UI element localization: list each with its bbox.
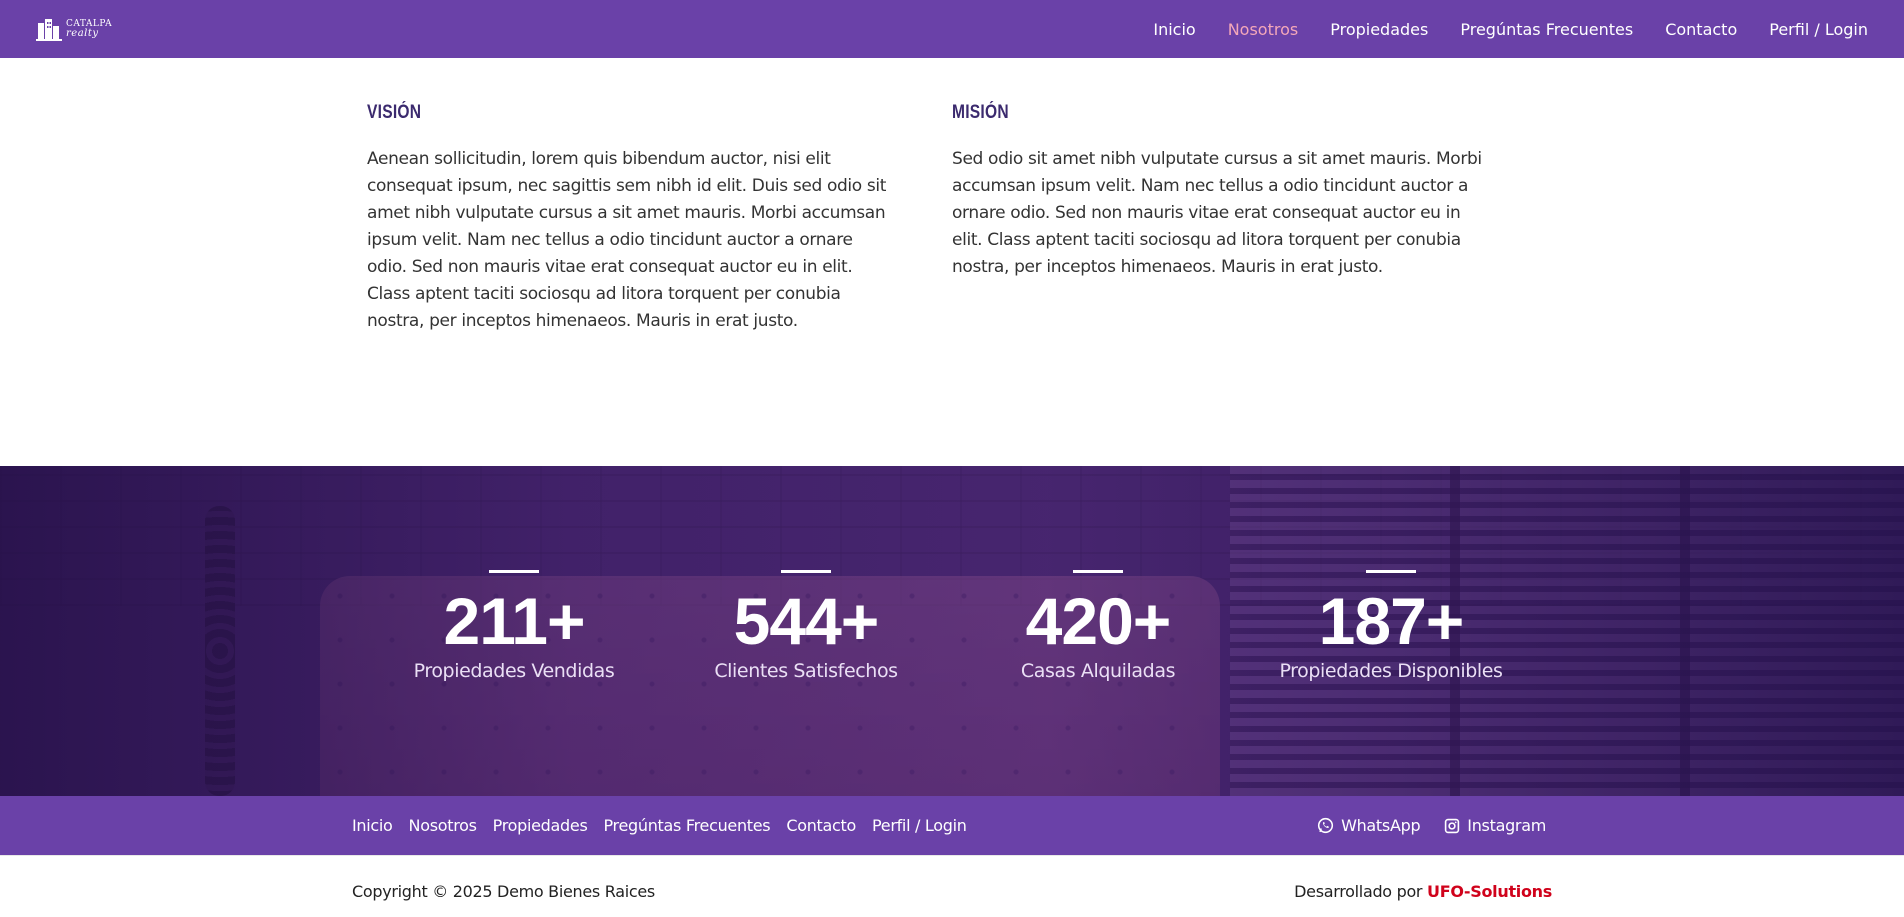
stat-value: 420+ bbox=[1025, 584, 1172, 658]
nav-link-contacto[interactable]: Contacto bbox=[1665, 20, 1737, 39]
mission-text: Sed odio sit amet nibh vulputate cursus … bbox=[952, 149, 1482, 277]
stats-overlay bbox=[0, 466, 1904, 796]
stat-label: Propiedades Vendidas bbox=[413, 660, 615, 682]
instagram-label: Instagram bbox=[1467, 816, 1546, 835]
developer-link[interactable]: UFO-Solutions bbox=[1427, 882, 1552, 901]
top-navbar: CATALPA realty Inicio Nosotros Propiedad… bbox=[0, 0, 1904, 58]
stat-label: Propiedades Disponibles bbox=[1279, 660, 1503, 682]
stat-value: 211+ bbox=[443, 584, 585, 658]
stat-label: Clientes Satisfechos bbox=[714, 660, 898, 682]
stat-divider bbox=[489, 570, 539, 573]
nav-link-propiedades[interactable]: Propiedades bbox=[1330, 20, 1428, 39]
whatsapp-link[interactable]: WhatsApp bbox=[1317, 816, 1421, 835]
nav-link-nosotros[interactable]: Nosotros bbox=[1228, 20, 1299, 39]
main-nav: Inicio Nosotros Propiedades Pregúntas Fr… bbox=[1153, 20, 1868, 39]
building-logo-icon bbox=[36, 19, 62, 41]
vision-text: Aenean sollicitudin, lorem quis bibendum… bbox=[367, 149, 887, 331]
nav-link-preguntas-frecuentes[interactable]: Pregúntas Frecuentes bbox=[1460, 20, 1633, 39]
stat-divider bbox=[781, 570, 831, 573]
footer-link-inicio[interactable]: Inicio bbox=[352, 816, 393, 835]
mission-title: MISIÓN bbox=[952, 102, 1009, 123]
copyright-bar: Copyright © 2025 Demo Bienes Raices Desa… bbox=[0, 855, 1904, 917]
stat-item: 420+ Casas Alquiladas bbox=[968, 466, 1228, 796]
whatsapp-icon bbox=[1317, 817, 1334, 834]
vision-mission-section: VISIÓN Aenean sollicitudin, lorem quis b… bbox=[0, 58, 1904, 466]
stat-value: 544+ bbox=[733, 584, 880, 658]
nav-link-perfil-login[interactable]: Perfil / Login bbox=[1769, 20, 1868, 39]
instagram-icon bbox=[1445, 818, 1460, 833]
footer-link-propiedades[interactable]: Propiedades bbox=[493, 816, 588, 835]
nav-link-inicio[interactable]: Inicio bbox=[1153, 20, 1195, 39]
stat-divider bbox=[1073, 570, 1123, 573]
footer-link-contacto[interactable]: Contacto bbox=[786, 816, 856, 835]
footer-link-perfil-login[interactable]: Perfil / Login bbox=[872, 816, 967, 835]
developer-prefix: Desarrollado por bbox=[1294, 882, 1427, 901]
stat-item: 544+ Clientes Satisfechos bbox=[676, 466, 936, 796]
logo-line-2: realty bbox=[66, 28, 99, 39]
footer-nav: Inicio Nosotros Propiedades Pregúntas Fr… bbox=[352, 796, 967, 855]
stat-item: 187+ Propiedades Disponibles bbox=[1261, 466, 1521, 796]
stat-label: Casas Alquiladas bbox=[1020, 660, 1176, 682]
vision-title: VISIÓN bbox=[367, 102, 422, 123]
instagram-link[interactable]: Instagram bbox=[1444, 816, 1546, 835]
social-links: WhatsApp Instagram bbox=[1317, 796, 1546, 855]
stat-divider bbox=[1366, 570, 1416, 573]
mission-block: MISIÓN Sed odio sit amet nibh vulputate … bbox=[952, 102, 1482, 281]
stats-section: 211+ Propiedades Vendidas 544+ Clientes … bbox=[0, 466, 1904, 796]
vision-block: VISIÓN Aenean sollicitudin, lorem quis b… bbox=[367, 102, 897, 335]
footer-link-preguntas-frecuentes[interactable]: Pregúntas Frecuentes bbox=[603, 816, 770, 835]
stat-item: 211+ Propiedades Vendidas bbox=[384, 466, 644, 796]
logo[interactable]: CATALPA realty bbox=[36, 14, 116, 44]
footer-link-nosotros[interactable]: Nosotros bbox=[409, 816, 477, 835]
footer-navbar: Inicio Nosotros Propiedades Pregúntas Fr… bbox=[0, 796, 1904, 855]
stat-value: 187+ bbox=[1318, 584, 1465, 658]
developer-credit: Desarrollado por UFO-Solutions bbox=[1294, 882, 1552, 901]
copyright-text: Copyright © 2025 Demo Bienes Raices bbox=[352, 882, 655, 901]
whatsapp-label: WhatsApp bbox=[1341, 816, 1421, 835]
